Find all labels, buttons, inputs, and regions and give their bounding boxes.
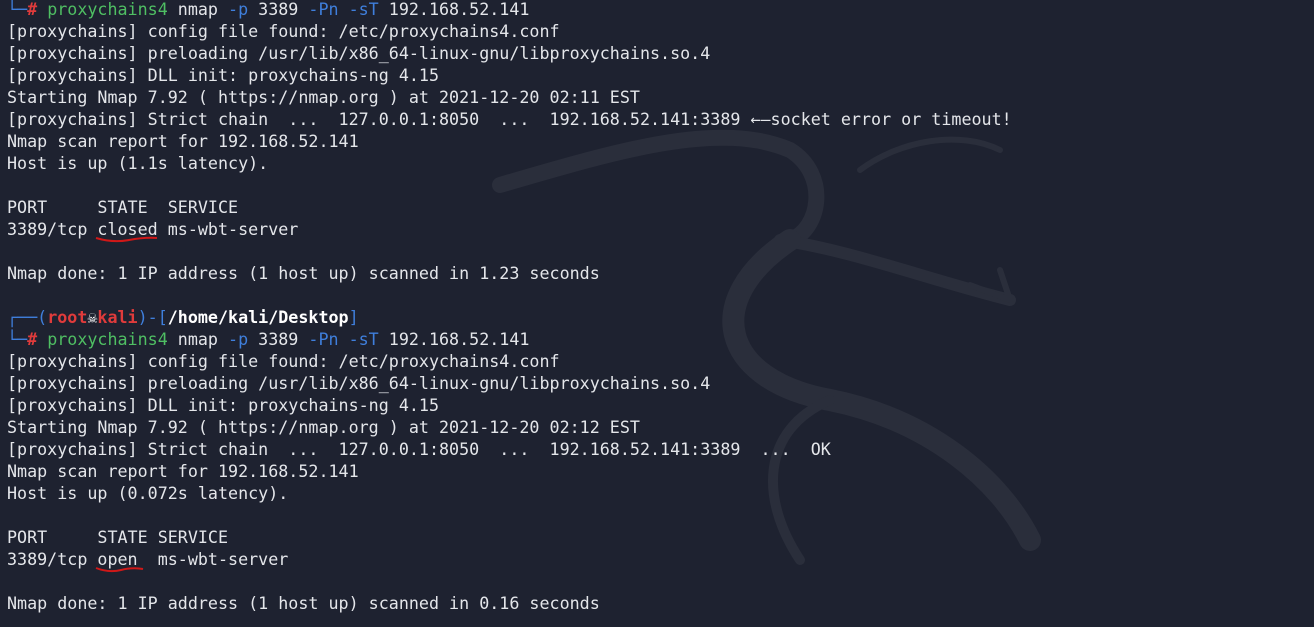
output-line: Host is up (0.072s latency). <box>7 483 289 503</box>
command-target: 192.168.52.141 <box>388 0 530 19</box>
prompt-host: kali <box>97 307 138 327</box>
command-nmap: nmap <box>177 0 218 19</box>
port-service: ms-wbt-server <box>157 219 299 239</box>
output-line: [proxychains] preloading /usr/lib/x86_64… <box>7 373 711 393</box>
command-port: 3389 <box>258 0 299 19</box>
red-underline-annotation <box>96 236 158 243</box>
skull-icon: ☠ <box>87 307 98 327</box>
output-line: Host is up (1.1s latency). <box>7 153 269 173</box>
output-line: [proxychains] Strict chain ... 127.0.0.1… <box>7 109 1012 129</box>
command-flag-pn: -Pn <box>308 0 339 19</box>
command-flag-p: -p <box>228 0 249 19</box>
command-flag-pn: -Pn <box>308 329 339 349</box>
prompt-user: root <box>47 307 88 327</box>
prompt-path: /home/kali/Desktop <box>167 307 349 327</box>
port-state-closed: closed <box>96 218 158 243</box>
port-state-open: open <box>96 548 144 573</box>
red-underline-annotation <box>96 567 144 573</box>
port-table-row: 3389/tcp closed ms-wbt-server <box>7 218 1314 243</box>
prompt-header: ┌──(root☠kali)-[/home/kali/Desktop] <box>7 306 1314 328</box>
output-line: [proxychains] preloading /usr/lib/x86_64… <box>7 43 711 63</box>
prompt-mid: )-[ <box>137 307 168 327</box>
port-service: ms-wbt-server <box>137 549 289 569</box>
output-line: [proxychains] config file found: /etc/pr… <box>7 351 560 371</box>
command-program: proxychains4 <box>47 0 168 19</box>
prompt-corner: └─ <box>7 329 28 349</box>
command-flag-st: -sT <box>348 329 379 349</box>
output-line: [proxychains] DLL init: proxychains-ng 4… <box>7 65 440 85</box>
port-number: 3389/tcp <box>7 219 98 239</box>
command-program: proxychains4 <box>47 329 168 349</box>
command-line: └─# proxychains4 nmap -p 3389 -Pn -sT 19… <box>7 328 1314 350</box>
terminal-output: └─# proxychains4 nmap -p 3389 -Pn -sT 19… <box>7 0 1314 614</box>
port-table-header: PORT STATE SERVICE <box>7 527 229 547</box>
prompt-hash: # <box>27 0 38 19</box>
output-line: Starting Nmap 7.92 ( https://nmap.org ) … <box>7 87 640 107</box>
prompt-corner: └─ <box>7 0 28 19</box>
output-line: Starting Nmap 7.92 ( https://nmap.org ) … <box>7 417 640 437</box>
scan-summary: Nmap done: 1 IP address (1 host up) scan… <box>7 593 600 613</box>
command-line: └─# proxychains4 nmap -p 3389 -Pn -sT 19… <box>7 0 1314 20</box>
command-nmap: nmap <box>177 329 218 349</box>
prompt-close: ] <box>348 307 359 327</box>
port-number: 3389/tcp <box>7 549 98 569</box>
prompt-hash: # <box>27 329 38 349</box>
port-table-header: PORT STATE SERVICE <box>7 197 239 217</box>
output-line: [proxychains] config file found: /etc/pr… <box>7 21 560 41</box>
command-target: 192.168.52.141 <box>388 329 530 349</box>
output-line: Nmap scan report for 192.168.52.141 <box>7 461 359 481</box>
output-line: [proxychains] Strict chain ... 127.0.0.1… <box>7 439 831 459</box>
output-line: Nmap scan report for 192.168.52.141 <box>7 131 359 151</box>
command-port: 3389 <box>258 329 299 349</box>
command-flag-p: -p <box>228 329 249 349</box>
prompt-open: ┌──( <box>7 307 48 327</box>
output-line: [proxychains] DLL init: proxychains-ng 4… <box>7 395 440 415</box>
scan-summary: Nmap done: 1 IP address (1 host up) scan… <box>7 263 600 283</box>
command-flag-st: -sT <box>348 0 379 19</box>
port-table-row: 3389/tcp open ms-wbt-server <box>7 548 1314 573</box>
